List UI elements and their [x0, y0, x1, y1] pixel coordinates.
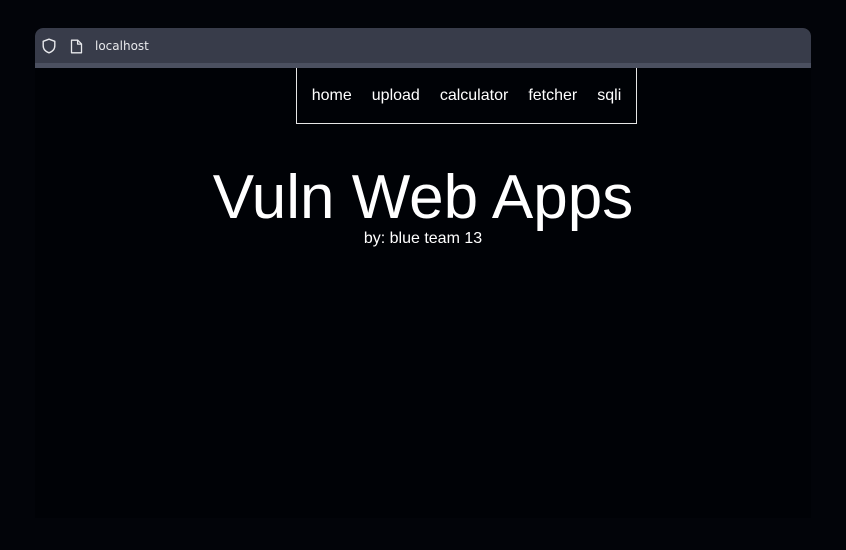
shield-icon[interactable] — [41, 38, 57, 54]
page-subtitle: by: blue team 13 — [363, 230, 483, 247]
page-icon — [70, 39, 83, 54]
page-content: home upload calculator fetcher sqli Vuln… — [35, 68, 811, 518]
nav-calculator-link[interactable]: calculator — [440, 87, 508, 105]
main-nav: home upload calculator fetcher sqli — [296, 68, 637, 124]
url-bar[interactable]: localhost — [95, 39, 149, 54]
browser-window: localhost home upload calculator fetcher… — [35, 28, 811, 518]
browser-toolbar: localhost — [35, 28, 811, 63]
nav-upload-link[interactable]: upload — [372, 87, 420, 105]
page-title: Vuln Web Apps — [212, 163, 634, 232]
nav-fetcher-link[interactable]: fetcher — [528, 87, 577, 105]
nav-sqli-link[interactable]: sqli — [597, 87, 621, 105]
nav-home-link[interactable]: home — [312, 87, 352, 105]
